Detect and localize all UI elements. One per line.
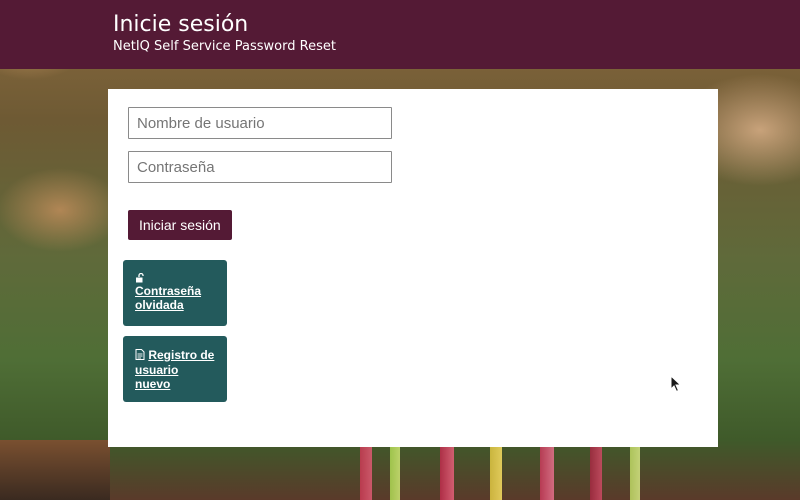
register-user-tile[interactable]: Registro de usuario nuevo: [123, 336, 227, 402]
background-photo-detail: [0, 440, 110, 500]
page-title: Inicie sesión: [113, 12, 249, 37]
login-button[interactable]: Iniciar sesión: [128, 210, 232, 240]
forgot-password-link[interactable]: Contraseña olvidada: [135, 284, 201, 312]
page-header: Inicie sesión NetIQ Self Service Passwor…: [0, 0, 800, 69]
forgot-password-tile[interactable]: Contraseña olvidada: [123, 260, 227, 326]
page-subtitle: NetIQ Self Service Password Reset: [113, 39, 336, 54]
background-chard-stalks: [330, 440, 690, 500]
register-user-link[interactable]: Registro de usuario nuevo: [135, 348, 214, 391]
mouse-cursor-icon: [670, 374, 682, 397]
password-input[interactable]: [128, 151, 392, 183]
unlock-icon: [135, 272, 215, 284]
login-panel: Iniciar sesión Contraseña olvidada Regis…: [108, 89, 718, 447]
username-input[interactable]: [128, 107, 392, 139]
document-icon: [135, 348, 145, 363]
